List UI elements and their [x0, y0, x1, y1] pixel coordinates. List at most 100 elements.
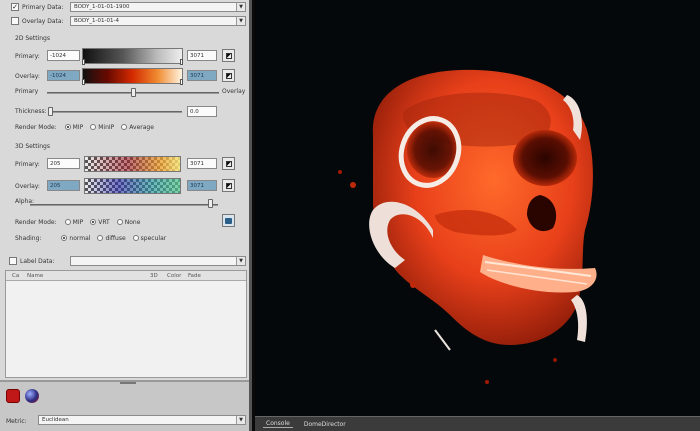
- colormap-icon: [225, 52, 232, 59]
- primary-3d-max-input[interactable]: 3071: [187, 158, 217, 169]
- overlay-data-checkbox[interactable]: [11, 17, 19, 25]
- render-3d-option-none[interactable]: None: [116, 219, 140, 226]
- primary-3d-colormap-button[interactable]: [222, 157, 235, 170]
- column-header-name[interactable]: Name: [27, 273, 43, 279]
- dropdown-arrow-icon: ▼: [236, 3, 245, 11]
- shading-option-diffuse[interactable]: diffuse: [97, 235, 126, 242]
- render-2d-row: Render Mode: MIP MinIP Average: [15, 121, 161, 133]
- overlay-2d-low-handle[interactable]: [82, 79, 85, 85]
- overlay-2d-colormap-button[interactable]: [222, 69, 235, 82]
- thickness-label: Thickness:: [15, 107, 47, 115]
- overlay-2d-high-handle[interactable]: [180, 79, 183, 85]
- column-header-3d[interactable]: 3D: [150, 273, 158, 279]
- camera-button[interactable]: [222, 214, 235, 227]
- bottom-toolbar: Metric: Euclidean ▼: [0, 380, 249, 431]
- colormap-icon: [225, 72, 232, 79]
- label-table-header: Ca Name 3D Color Fade: [6, 271, 246, 281]
- primary-2d-label-row: Primary:: [15, 50, 40, 62]
- settings-2d-title: 2D Settings: [15, 35, 50, 42]
- render-2d-option-mip[interactable]: MIP: [64, 124, 83, 131]
- overlay-2d-min-input[interactable]: -1024: [47, 70, 80, 81]
- overlay-2d-max-input[interactable]: 3071: [187, 70, 217, 81]
- primary-2d-low-handle[interactable]: [82, 59, 85, 65]
- primary-3d-colormap[interactable]: [84, 156, 181, 172]
- render-3d-option-mip[interactable]: MIP: [64, 219, 83, 226]
- column-header-color[interactable]: Color: [167, 273, 181, 279]
- volume-render-view[interactable]: [255, 0, 700, 416]
- tab-domedirector[interactable]: DomeDirector: [301, 421, 349, 428]
- mix-left-row: Primary: [15, 85, 38, 97]
- primary-data-value: BODY_1-01-01-1900: [74, 4, 130, 10]
- shading-option-normal[interactable]: normal: [61, 235, 90, 242]
- right-orbit: [513, 130, 577, 186]
- mix-right-row: Overlay: [222, 85, 245, 97]
- tool-red-icon[interactable]: [6, 389, 20, 403]
- overlay-3d-colormap[interactable]: [84, 178, 181, 194]
- primary-2d-high-handle[interactable]: [180, 59, 183, 65]
- alpha-slider-track[interactable]: [30, 204, 218, 206]
- primary-2d-colormap-button[interactable]: [222, 49, 235, 62]
- metric-value: Euclidean: [42, 417, 69, 423]
- primary-data-label: Primary Data:: [22, 3, 64, 11]
- colormap-icon: [225, 160, 232, 167]
- primary-2d-label: Primary:: [15, 52, 40, 60]
- render-2d-label: Render Mode:: [15, 123, 57, 131]
- overlay-3d-max-input[interactable]: 3071: [187, 180, 217, 191]
- thickness-slider-track[interactable]: [49, 111, 182, 113]
- shading-option-specular[interactable]: specular: [132, 235, 166, 242]
- tool-orb-icon[interactable]: [25, 389, 39, 403]
- settings-3d-title: 3D Settings: [15, 143, 50, 150]
- thickness-slider-knob[interactable]: [48, 107, 53, 116]
- overlay-3d-min-input[interactable]: 205: [47, 180, 80, 191]
- render-2d-option-average[interactable]: Average: [121, 124, 154, 131]
- label-data-label: Label Data:: [20, 257, 55, 265]
- primary-data-checkbox[interactable]: ✓: [11, 3, 19, 11]
- render-3d-option-vrt[interactable]: VRT: [90, 219, 110, 226]
- overlay-2d-colormap[interactable]: [82, 68, 183, 85]
- camera-icon: [225, 217, 232, 224]
- metric-select[interactable]: Euclidean ▼: [38, 415, 246, 425]
- metric-label-row: Metric:: [6, 415, 27, 427]
- render-3d-label: Render Mode:: [15, 218, 57, 226]
- primary-3d-label: Primary:: [15, 160, 40, 168]
- column-header-ca[interactable]: Ca: [12, 273, 19, 279]
- overlay-3d-colormap-button[interactable]: [222, 179, 235, 192]
- primary-data-select[interactable]: BODY_1-01-01-1900 ▼: [70, 2, 246, 12]
- skull-rendering: [338, 69, 597, 384]
- overlay-2d-label: Overlay:: [15, 72, 40, 80]
- checkmark-icon: ✓: [12, 2, 18, 11]
- thickness-label-row: Thickness:: [15, 105, 47, 117]
- mix-slider-knob[interactable]: [131, 88, 136, 97]
- primary-2d-min-input[interactable]: -1024: [47, 50, 80, 61]
- colormap-icon: [225, 182, 232, 189]
- dropdown-arrow-icon: ▼: [236, 416, 245, 424]
- primary-2d-colormap[interactable]: [82, 48, 183, 65]
- shading-label: Shading:: [15, 234, 42, 242]
- label-data-select[interactable]: ▼: [70, 256, 246, 266]
- render-3d-row: Render Mode: MIP VRT None: [15, 216, 147, 228]
- label-data-checkbox[interactable]: [9, 257, 17, 265]
- render-2d-option-minip[interactable]: MinIP: [90, 124, 114, 131]
- label-data-row: Label Data:: [9, 255, 54, 267]
- alpha-slider-knob[interactable]: [208, 199, 213, 208]
- column-header-fade[interactable]: Fade: [188, 273, 201, 279]
- overlay-data-select[interactable]: BODY_1-01-01-4 ▼: [70, 16, 246, 26]
- shading-row: Shading: normal diffuse specular: [15, 232, 173, 244]
- primary-2d-max-input[interactable]: 3071: [187, 50, 217, 61]
- splitter-grip[interactable]: [120, 382, 136, 384]
- control-panel: ✓ Primary Data: BODY_1-01-01-1900 ▼ Over…: [0, 0, 252, 431]
- primary-data-row: ✓ Primary Data:: [11, 1, 63, 13]
- mix-left-label: Primary: [15, 87, 39, 95]
- dropdown-arrow-icon: ▼: [236, 257, 245, 265]
- overlay-2d-label-row: Overlay:: [15, 70, 40, 82]
- overlay-data-value: BODY_1-01-01-4: [74, 18, 119, 24]
- tab-console[interactable]: Console: [263, 420, 293, 428]
- primary-3d-min-input[interactable]: 205: [47, 158, 80, 169]
- label-table[interactable]: Ca Name 3D Color Fade: [5, 270, 247, 378]
- primary-3d-label-row: Primary:: [15, 158, 40, 170]
- overlay-data-label: Overlay Data:: [22, 17, 64, 25]
- metric-label: Metric:: [6, 417, 27, 425]
- fiducial-clip-jaw: [571, 295, 587, 342]
- overlay-data-row: Overlay Data:: [11, 15, 64, 27]
- thickness-input[interactable]: 0.0: [187, 106, 217, 117]
